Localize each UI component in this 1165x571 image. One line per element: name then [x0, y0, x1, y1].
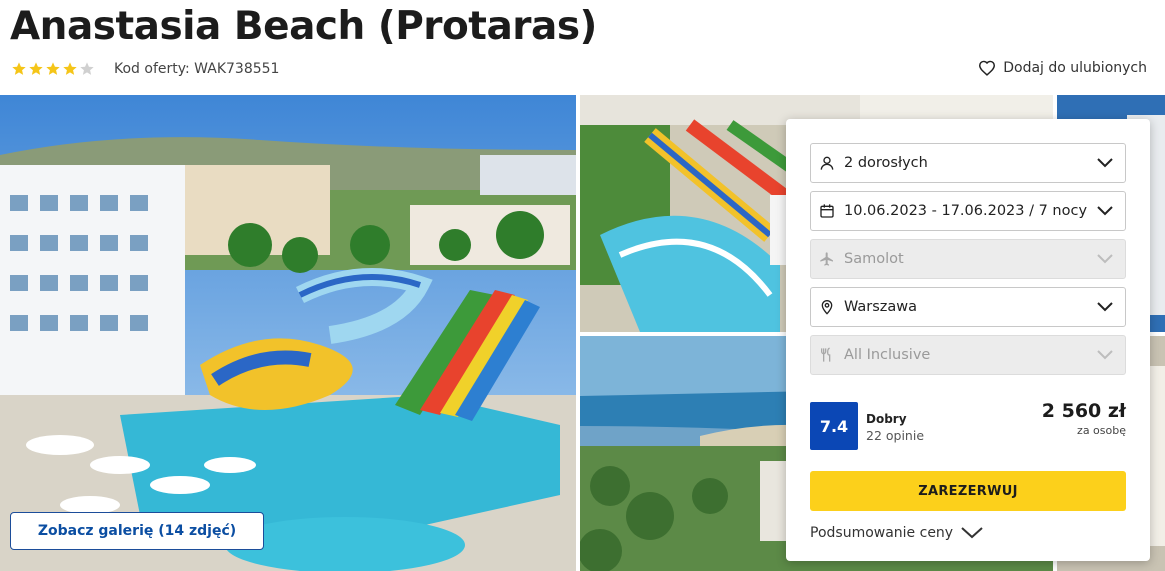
star-icon — [29, 62, 43, 75]
reserve-button[interactable]: ZAREZERWUJ — [810, 471, 1126, 511]
star-empty-icon — [80, 62, 94, 75]
person-icon — [820, 156, 834, 170]
star-icon — [63, 62, 77, 75]
rating-label: Dobry — [866, 412, 907, 426]
heart-icon — [979, 60, 996, 76]
location-pin-icon — [821, 300, 833, 315]
star-icon — [46, 62, 60, 75]
price-per-person-note: za osobę — [1077, 424, 1126, 437]
star-icon — [12, 62, 26, 75]
dates-select[interactable]: 10.06.2023 - 17.06.2023 / 7 nocy — [810, 191, 1126, 231]
guests-value: 2 dorosłych — [844, 155, 928, 171]
board-value: All Inclusive — [844, 347, 931, 363]
price-summary-toggle[interactable]: Podsumowanie ceny — [810, 525, 983, 541]
chevron-down-icon — [1097, 302, 1113, 312]
dates-value: 10.06.2023 - 17.06.2023 / 7 nocy — [844, 203, 1088, 219]
booking-panel: 2 dorosłych 10.06.2023 - 17.06.2023 / 7 … — [786, 119, 1150, 561]
offer-code: Kod oferty: WAK738551 — [114, 61, 280, 77]
chevron-down-icon — [1097, 206, 1113, 216]
price-summary-label: Podsumowanie ceny — [810, 525, 954, 541]
chevron-down-icon — [961, 527, 983, 539]
main-photo-waterpark[interactable] — [0, 95, 576, 571]
add-to-favorites-button[interactable]: Dodaj do ulubionych — [978, 60, 1147, 76]
hotel-title: Anastasia Beach (Protaras) — [10, 4, 597, 49]
transport-select: Samolot — [810, 239, 1126, 279]
rating-score-badge: 7.4 — [810, 402, 858, 450]
review-count[interactable]: 22 opinie — [866, 428, 924, 443]
favorites-label: Dodaj do ulubionych — [1003, 60, 1147, 76]
board-select: All Inclusive — [810, 335, 1126, 375]
chevron-down-icon — [1097, 350, 1113, 360]
chevron-down-icon — [1097, 254, 1113, 264]
calendar-icon — [820, 204, 834, 218]
departure-value: Warszawa — [844, 299, 918, 315]
hotel-stars — [11, 61, 95, 77]
view-gallery-button[interactable]: Zobacz galerię (14 zdjęć) — [10, 512, 264, 550]
departure-select[interactable]: Warszawa — [810, 287, 1126, 327]
cutlery-icon — [821, 347, 831, 362]
guests-select[interactable]: 2 dorosłych — [810, 143, 1126, 183]
transport-value: Samolot — [844, 251, 904, 267]
price: 2 560 zł — [1041, 400, 1126, 422]
airplane-icon — [820, 252, 833, 266]
chevron-down-icon — [1097, 158, 1113, 168]
